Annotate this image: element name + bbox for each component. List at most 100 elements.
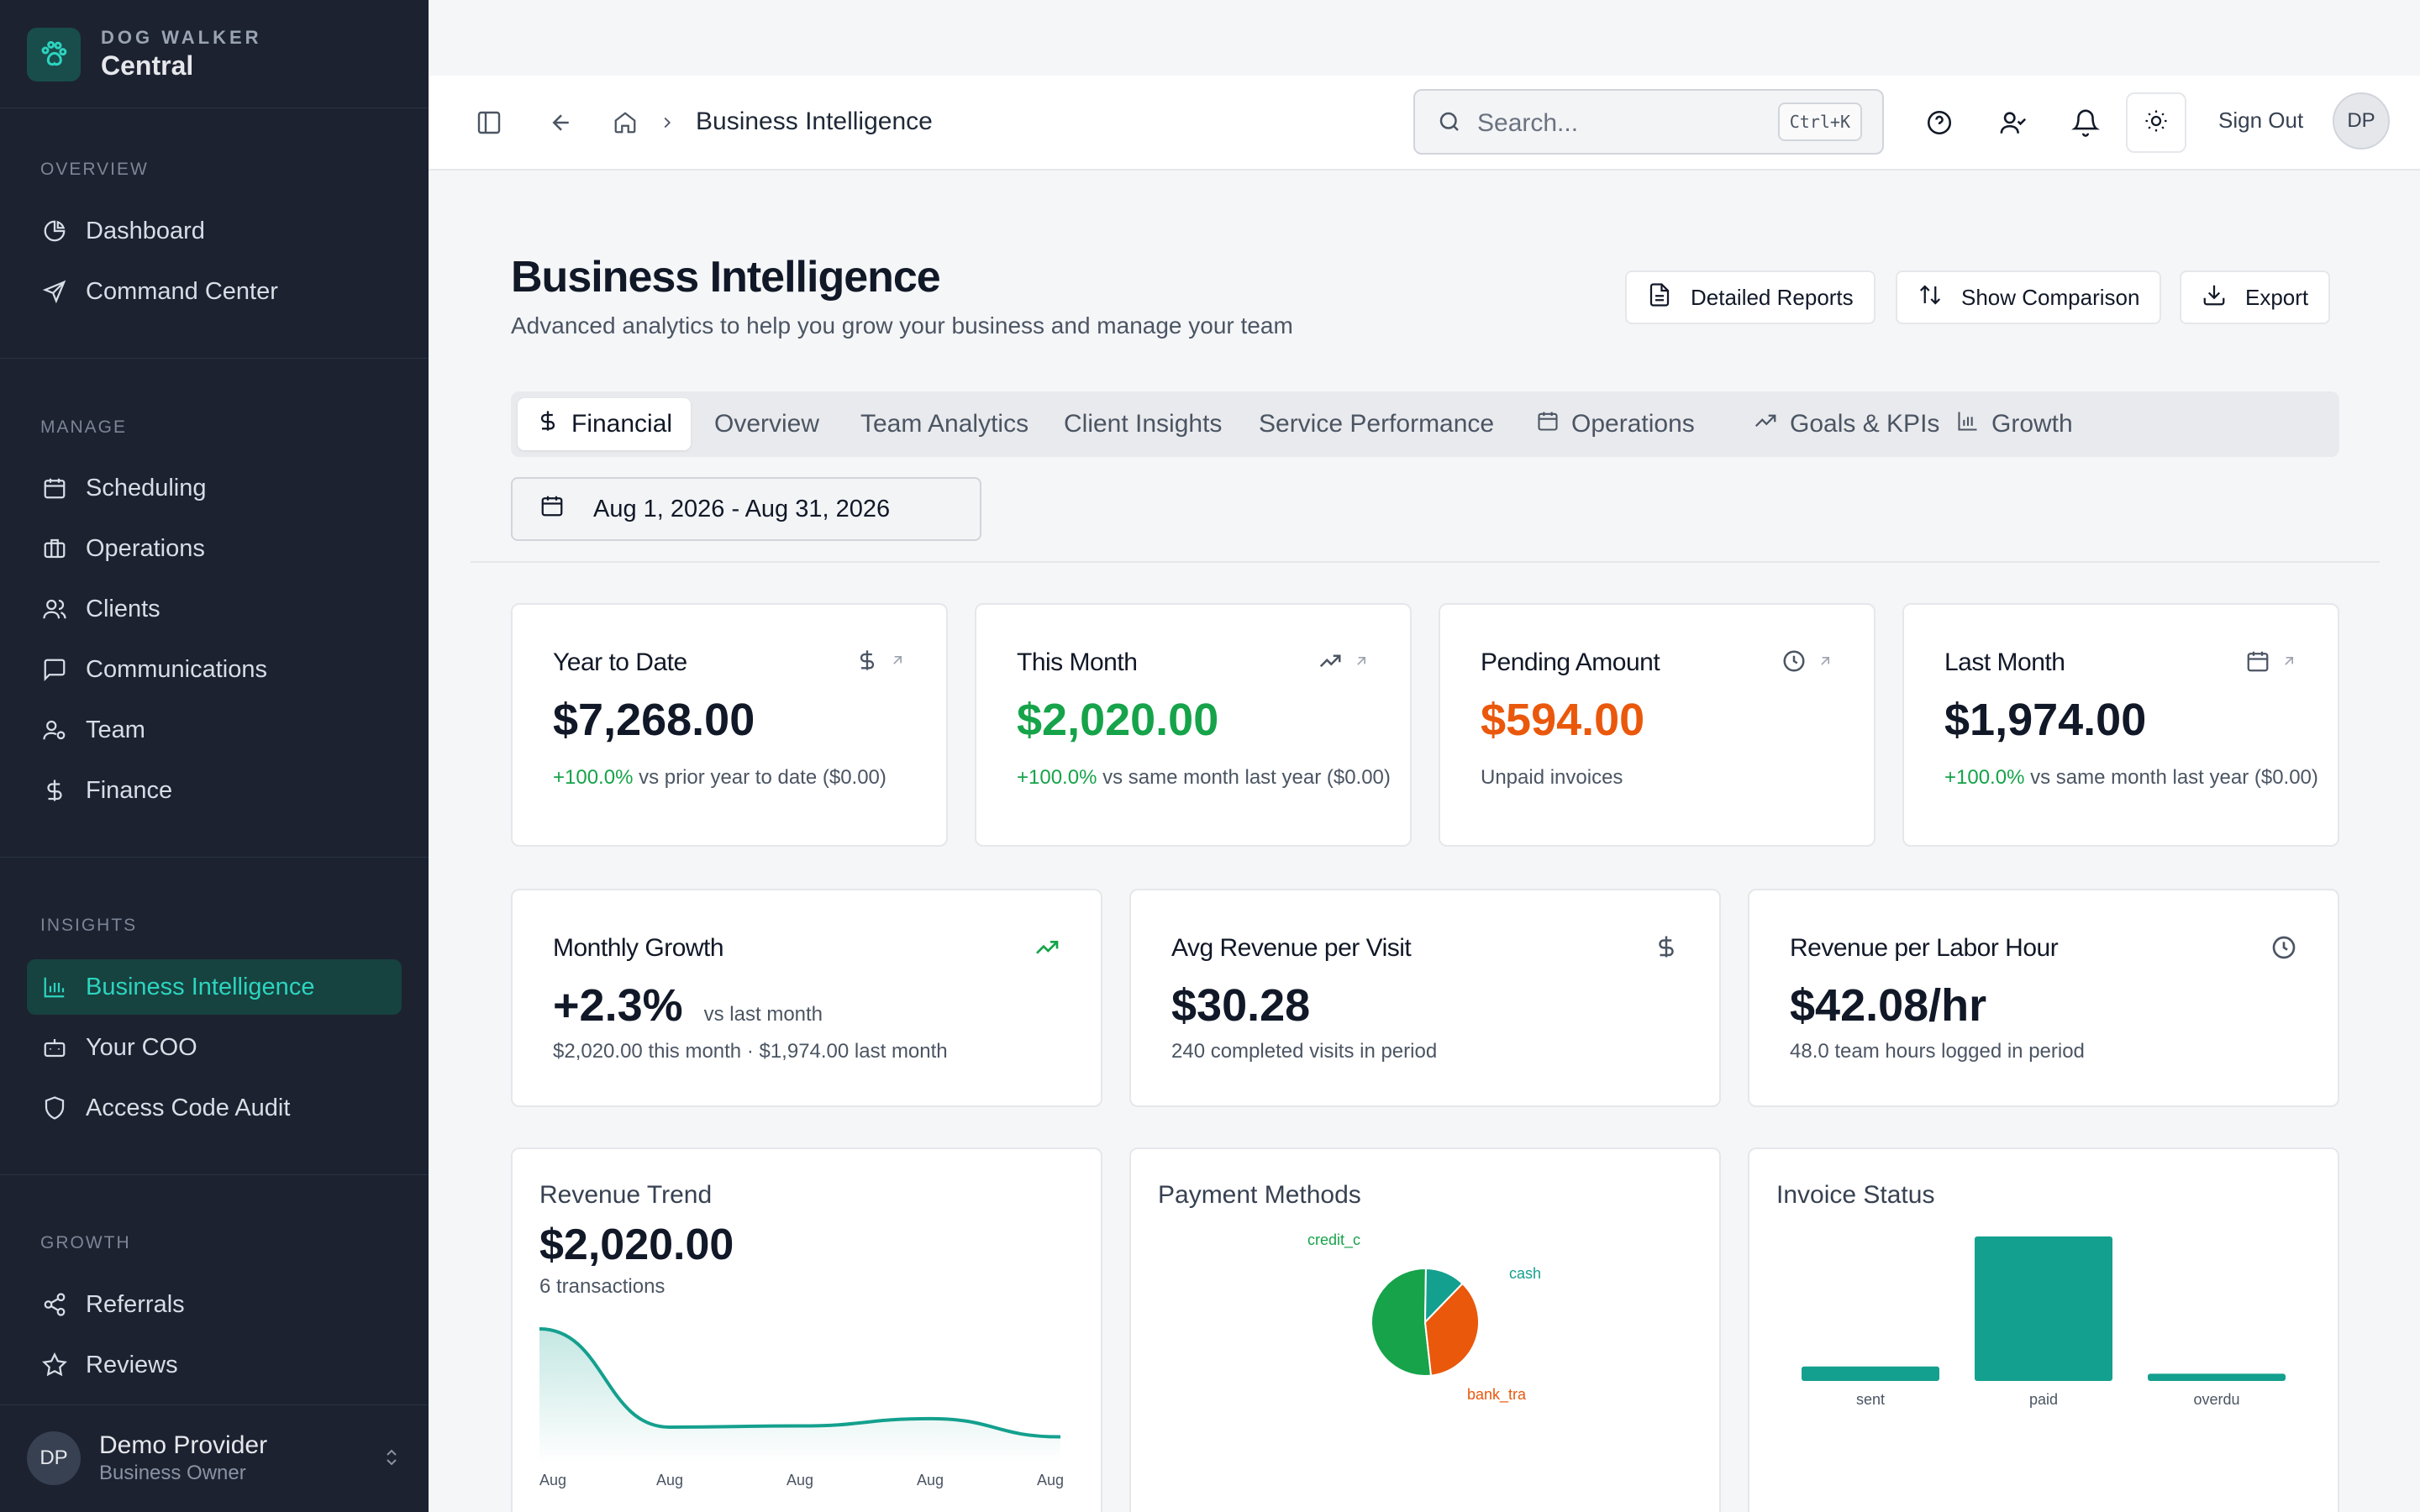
search-input[interactable]: Search... Ctrl+K xyxy=(1413,89,1884,155)
stat-card-this-month: This Month $2,020.00 +100.0% vs same mon… xyxy=(975,603,1412,847)
sidebar-item-business-intelligence[interactable]: Business Intelligence xyxy=(27,959,402,1015)
bar-chart-icon xyxy=(1956,409,1980,439)
arrow-up-right-icon[interactable] xyxy=(1353,653,1370,674)
bell-icon[interactable] xyxy=(2067,104,2104,141)
chart-title: Revenue Trend xyxy=(539,1181,713,1209)
tab-goals-kpis[interactable]: Goals & KPIs xyxy=(1734,398,1958,450)
help-icon[interactable] xyxy=(1921,104,1958,141)
tab-financial[interactable]: Financial xyxy=(518,398,692,450)
download-icon xyxy=(2202,282,2227,313)
sign-out-button[interactable]: Sign Out xyxy=(2218,108,2303,134)
sidebar-divider xyxy=(0,1404,429,1405)
chevrons-up-down-icon xyxy=(381,1445,402,1474)
growth-note: vs last month xyxy=(703,1003,823,1026)
avatar[interactable]: DP xyxy=(2333,92,2390,150)
tab-growth[interactable]: Growth xyxy=(1938,398,2091,450)
user-check-icon[interactable] xyxy=(1995,104,2032,141)
pie-chart-icon xyxy=(40,217,69,245)
section-title-insights: INSIGHTS xyxy=(40,916,138,935)
button-label: Detailed Reports xyxy=(1691,284,1854,310)
x-tick-label: Aug xyxy=(917,1472,944,1488)
user-role: Business Owner xyxy=(99,1462,246,1484)
sidebar-item-reviews[interactable]: Reviews xyxy=(27,1337,402,1393)
trending-up-icon xyxy=(1318,648,1343,678)
card-note: 48.0 team hours logged in period xyxy=(1790,1040,2085,1063)
metric-card-avg-revenue-per-visit: Avg Revenue per Visit $30.28 240 complet… xyxy=(1129,889,1721,1107)
sidebar-item-label: Reviews xyxy=(86,1351,178,1378)
user-name: Demo Provider xyxy=(99,1431,268,1459)
clock-icon xyxy=(2270,934,2297,965)
sidebar-item-label: Scheduling xyxy=(86,474,207,501)
show-comparison-button[interactable]: Show Comparison xyxy=(1896,270,2162,324)
sidebar-item-label: Communications xyxy=(86,655,267,683)
card-note: Unpaid invoices xyxy=(1481,766,1623,789)
clock-icon xyxy=(1781,648,1807,678)
sidebar-item-label: Dashboard xyxy=(86,217,205,244)
sidebar-item-referrals[interactable]: Referrals xyxy=(27,1277,402,1332)
arrow-up-right-icon[interactable] xyxy=(889,652,906,673)
stat-card-year-to-date: Year to Date $7,268.00 +100.0% vs prior … xyxy=(511,603,948,847)
card-value: $42.08/hr xyxy=(1790,980,1987,1031)
search-shortcut: Ctrl+K xyxy=(1777,102,1862,141)
change-note: vs same month last year ($0.00) xyxy=(1097,766,1391,789)
sidebar-item-finance[interactable]: Finance xyxy=(27,763,402,818)
pie-label: cash xyxy=(1509,1265,1541,1282)
sidebar-item-access-code-audit[interactable]: Access Code Audit xyxy=(27,1080,402,1136)
tab-overview[interactable]: Overview xyxy=(696,398,838,450)
calendar-icon xyxy=(539,493,565,525)
metric-card-revenue-per-labor-hour: Revenue per Labor Hour $42.08/hr 48.0 te… xyxy=(1748,889,2339,1107)
sidebar-item-label: Your COO xyxy=(86,1033,197,1061)
change-note: vs same month last year ($0.00) xyxy=(2024,766,2318,789)
shield-icon xyxy=(40,1094,69,1122)
brand[interactable]: DOG WALKER Central xyxy=(27,27,262,81)
sidebar-item-command-center[interactable]: Command Center xyxy=(27,264,402,319)
arrow-up-right-icon[interactable] xyxy=(1817,653,1833,674)
tab-client-insights[interactable]: Client Insights xyxy=(1045,398,1240,450)
section-title-manage: MANAGE xyxy=(40,417,128,437)
card-label: Pending Amount xyxy=(1481,648,1660,676)
tab-operations[interactable]: Operations xyxy=(1518,398,1713,450)
sidebar-item-dashboard[interactable]: Dashboard xyxy=(27,203,402,259)
change-value: +100.0% xyxy=(1944,766,2025,789)
calendar-icon xyxy=(1536,409,1560,439)
tab-team-analytics[interactable]: Team Analytics xyxy=(842,398,1047,450)
export-button[interactable]: Export xyxy=(2180,270,2331,324)
stat-card-pending-amount: Pending Amount $594.00 Unpaid invoices xyxy=(1439,603,1876,847)
card-note: +100.0% vs same month last year ($0.00) xyxy=(1017,764,1420,791)
card-value: +2.3% vs last month xyxy=(553,979,823,1032)
section-title-overview: OVERVIEW xyxy=(40,160,149,179)
chart-title: Payment Methods xyxy=(1158,1181,1361,1209)
arrow-up-right-icon[interactable] xyxy=(2281,653,2297,674)
trending-up-icon xyxy=(1034,934,1060,965)
sidebar-item-label: Command Center xyxy=(86,277,278,305)
home-icon[interactable] xyxy=(607,104,644,141)
metric-card-monthly-growth: Monthly Growth +2.3% vs last month $2,02… xyxy=(511,889,1102,1107)
tab-label: Team Analytics xyxy=(860,410,1029,438)
change-value: +100.0% xyxy=(553,766,634,789)
payment-methods-card: Payment Methods credit_c cash bank_tra xyxy=(1129,1147,1721,1512)
sidebar-item-communications[interactable]: Communications xyxy=(27,642,402,697)
dollar-icon xyxy=(855,648,879,676)
date-range-picker[interactable]: Aug 1, 2026 - Aug 31, 2026 xyxy=(511,477,981,541)
sidebar-item-your-coo[interactable]: Your COO xyxy=(27,1020,402,1075)
search-placeholder: Search... xyxy=(1477,109,1579,137)
sidebar-item-label: Referrals xyxy=(86,1290,185,1318)
tab-label: Overview xyxy=(714,410,820,438)
bot-icon xyxy=(40,1033,69,1062)
sidebar-item-team[interactable]: Team xyxy=(27,702,402,758)
button-label: Show Comparison xyxy=(1961,284,2140,310)
sidebar-item-operations[interactable]: Operations xyxy=(27,521,402,576)
tab-service-performance[interactable]: Service Performance xyxy=(1240,398,1512,450)
theme-toggle-button[interactable] xyxy=(2126,92,2186,153)
user-menu[interactable]: DP Demo Provider Business Owner xyxy=(27,1428,402,1488)
sidebar-item-clients[interactable]: Clients xyxy=(27,581,402,637)
sidebar-divider xyxy=(0,358,429,359)
chart-total: $2,020.00 xyxy=(539,1221,734,1269)
sidebar-toggle-icon[interactable] xyxy=(471,104,508,141)
detailed-reports-button[interactable]: Detailed Reports xyxy=(1625,270,1876,324)
back-arrow-icon[interactable] xyxy=(543,104,580,141)
sidebar-item-scheduling[interactable]: Scheduling xyxy=(27,460,402,516)
x-tick-label: Aug xyxy=(1037,1472,1064,1488)
brand-title: Central xyxy=(101,50,194,81)
arrows-up-down-icon xyxy=(1918,282,1943,313)
